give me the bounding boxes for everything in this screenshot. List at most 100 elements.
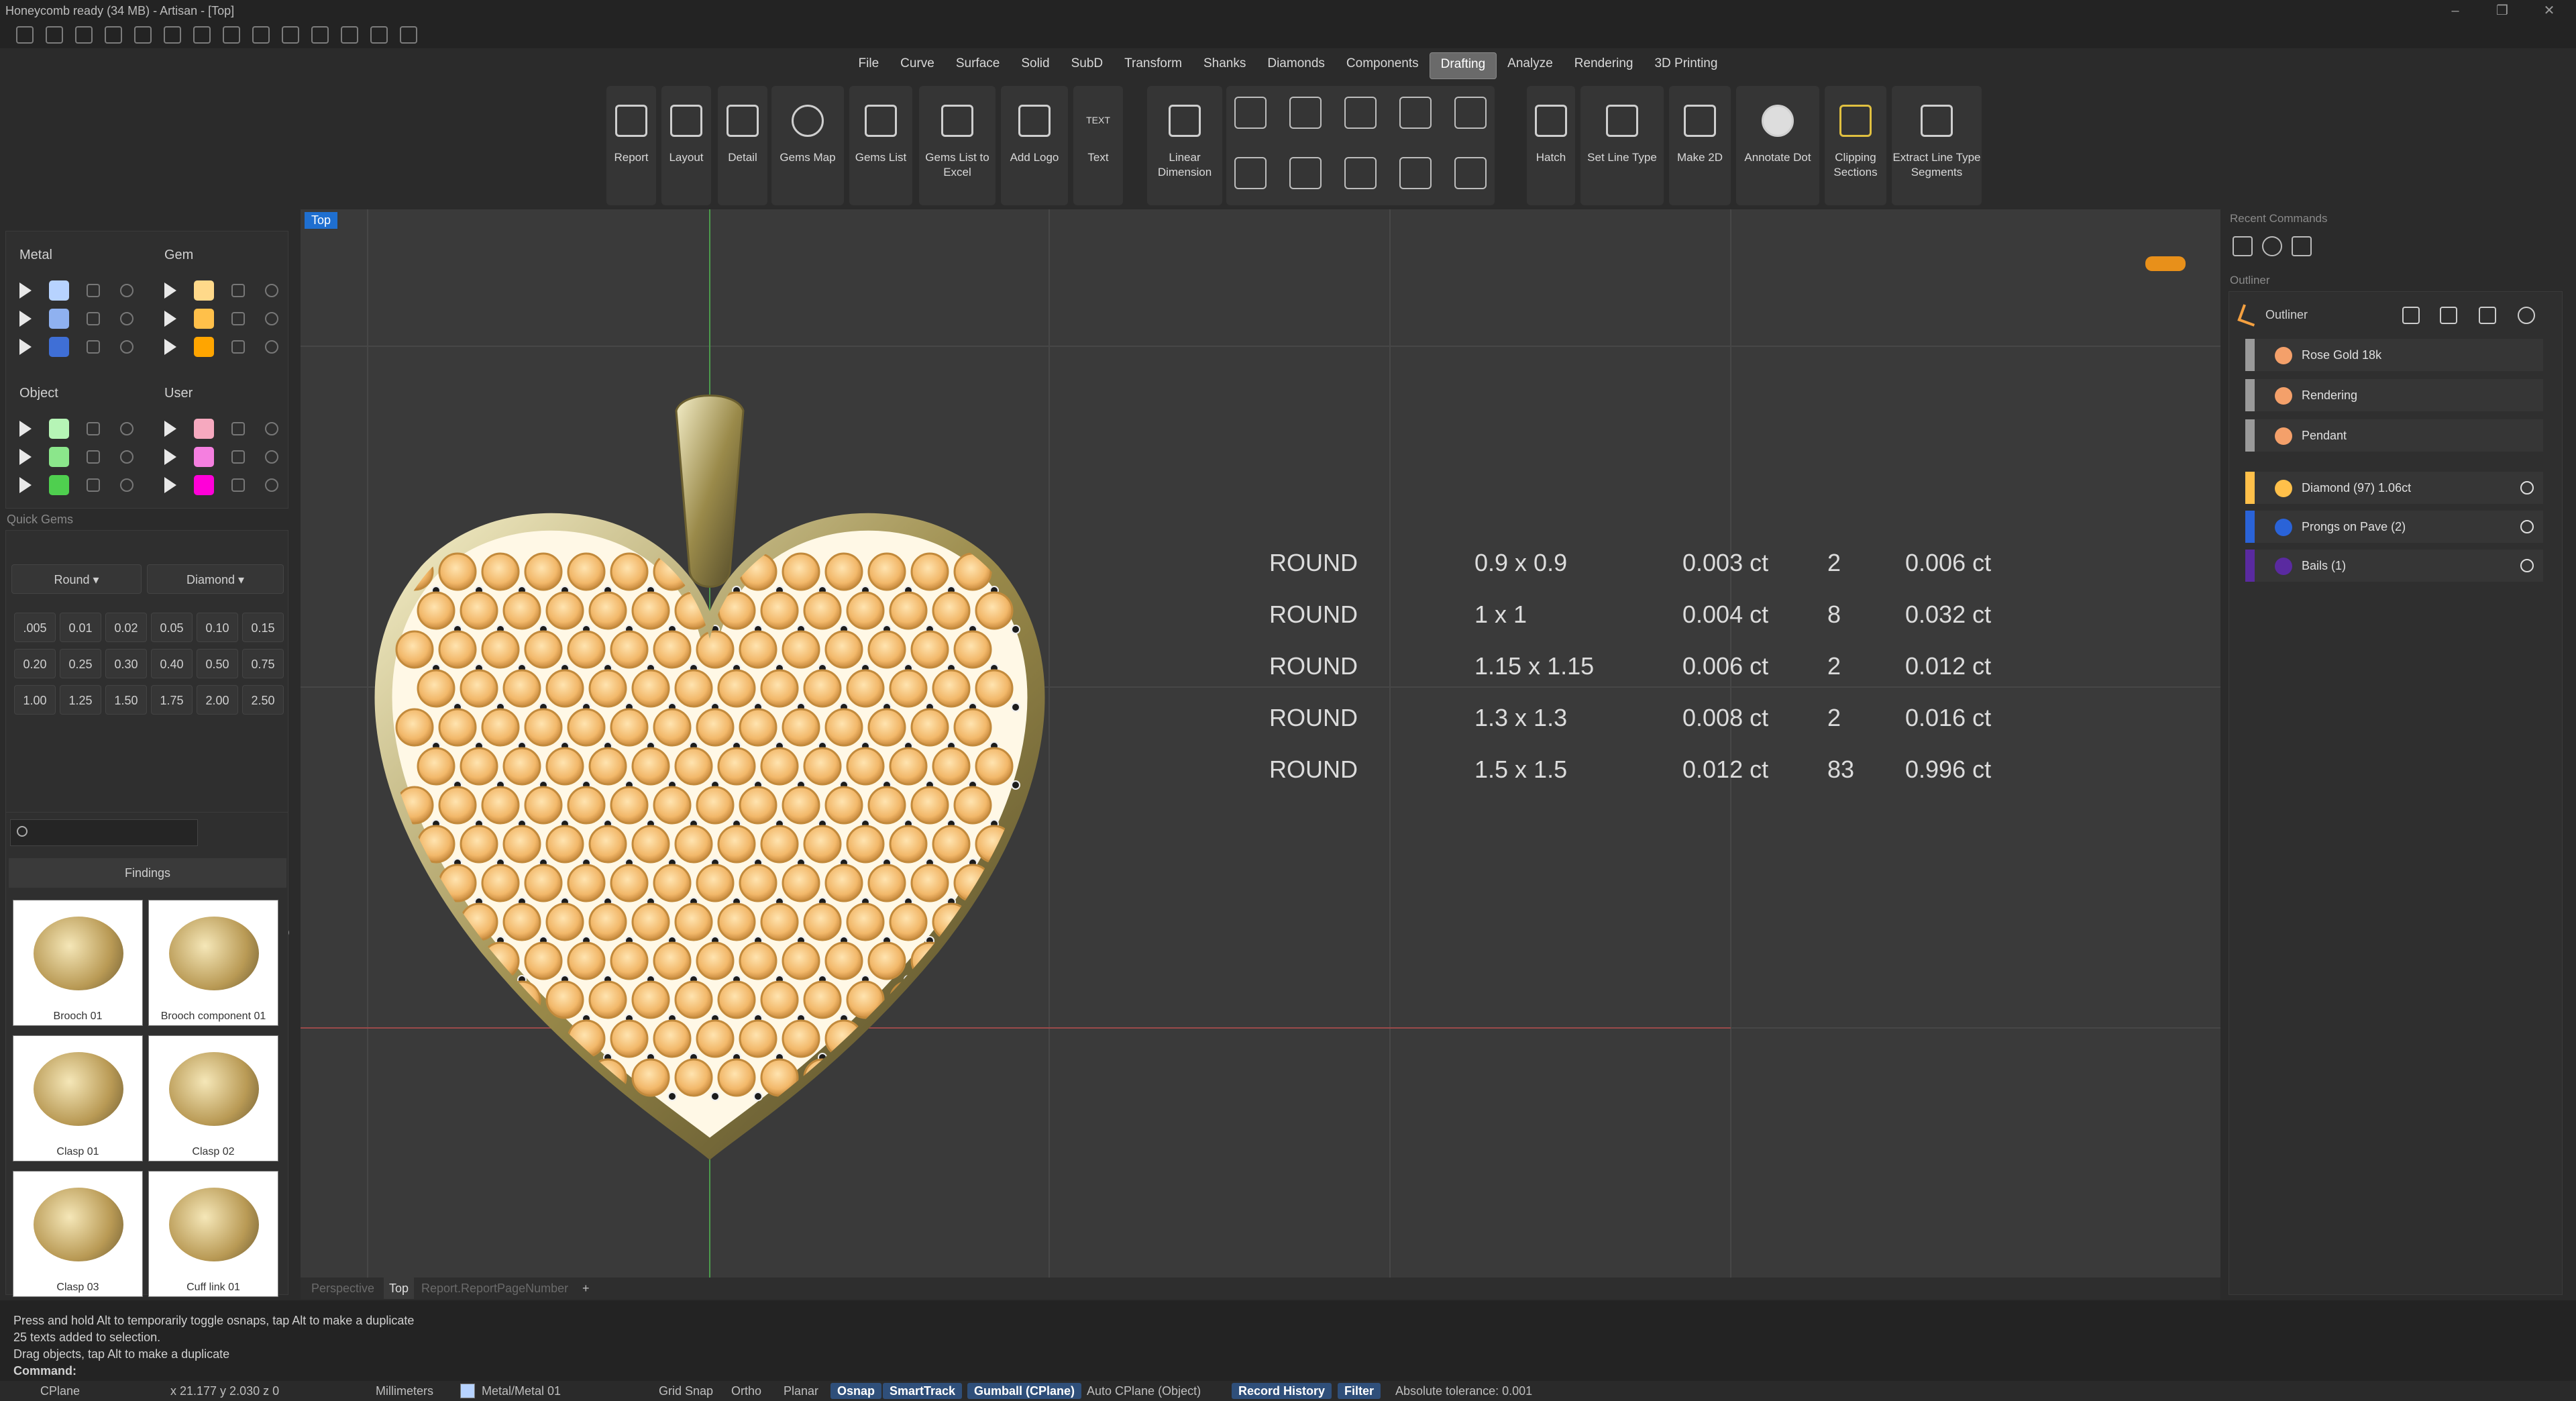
diamond-gem[interactable] bbox=[610, 630, 649, 669]
diamond-gem[interactable] bbox=[653, 1019, 692, 1058]
menu-file[interactable]: File bbox=[848, 52, 890, 79]
gem-size-button[interactable]: 1.00 bbox=[14, 685, 56, 715]
gem-size-button[interactable]: 0.25 bbox=[60, 649, 101, 678]
user-layer-row[interactable] bbox=[164, 415, 299, 442]
gem-material-dropdown[interactable]: Diamond ▾ bbox=[147, 564, 284, 594]
gem-size-button[interactable]: .005 bbox=[14, 613, 56, 642]
object-layer-row[interactable] bbox=[19, 444, 154, 470]
gem-table-qty[interactable]: 2 bbox=[1827, 704, 1841, 732]
gem-size-button[interactable]: 0.15 bbox=[242, 613, 284, 642]
diamond-gem[interactable] bbox=[502, 1058, 541, 1097]
diamond-gem[interactable] bbox=[653, 786, 692, 825]
hatch-button[interactable]: Hatch bbox=[1527, 86, 1575, 205]
library-item[interactable]: Clasp 01 bbox=[13, 1035, 143, 1161]
diamond-gem[interactable] bbox=[545, 825, 584, 864]
diamond-gem[interactable] bbox=[610, 552, 649, 591]
expand-icon[interactable] bbox=[164, 477, 176, 493]
diamond-gem[interactable] bbox=[502, 902, 541, 941]
gem-size-button[interactable]: 0.02 bbox=[105, 613, 147, 642]
gem-size-button[interactable]: 0.20 bbox=[14, 649, 56, 678]
diamond-gem[interactable] bbox=[867, 630, 906, 669]
diamond-gem[interactable] bbox=[610, 864, 649, 902]
library-item[interactable]: Brooch component 01 bbox=[148, 900, 278, 1026]
command-list-icon[interactable] bbox=[2292, 236, 2312, 256]
aligned-dimension-icon[interactable] bbox=[1234, 97, 1267, 129]
diamond-gem[interactable] bbox=[481, 864, 520, 902]
outliner-item[interactable]: Pendant bbox=[2245, 419, 2543, 452]
diamond-gem[interactable] bbox=[782, 864, 820, 902]
diamond-gem[interactable] bbox=[502, 591, 541, 630]
eye-icon[interactable] bbox=[120, 312, 133, 325]
gem-size-button[interactable]: 0.01 bbox=[60, 613, 101, 642]
outliner-item[interactable]: Diamond (97) 1.06ct bbox=[2245, 472, 2543, 504]
undo-icon[interactable] bbox=[134, 26, 152, 44]
menu-shanks[interactable]: Shanks bbox=[1193, 52, 1256, 79]
diamond-gem[interactable] bbox=[524, 708, 563, 747]
diamond-gem[interactable] bbox=[696, 864, 735, 902]
leader-icon[interactable] bbox=[1289, 157, 1322, 189]
diamond-gem[interactable] bbox=[674, 747, 713, 786]
diamond-gem[interactable] bbox=[975, 669, 1014, 708]
save-icon[interactable] bbox=[193, 26, 211, 44]
diamond-gem[interactable] bbox=[889, 902, 928, 941]
diamond-gem[interactable] bbox=[545, 747, 584, 786]
metal-layer-row[interactable] bbox=[19, 305, 154, 332]
diamond-gem[interactable] bbox=[438, 630, 477, 669]
diamond-gem[interactable] bbox=[824, 864, 863, 902]
diamond-gem[interactable] bbox=[717, 825, 756, 864]
viewport-label[interactable]: Top bbox=[305, 212, 338, 229]
set-line-type-button[interactable]: Set Line Type bbox=[1580, 86, 1664, 205]
diamond-gem[interactable] bbox=[438, 941, 477, 980]
diamond-gem[interactable] bbox=[782, 630, 820, 669]
expand-icon[interactable] bbox=[19, 477, 32, 493]
expand-icon[interactable] bbox=[19, 282, 32, 299]
diamond-gem[interactable] bbox=[653, 630, 692, 669]
diamond-gem[interactable] bbox=[545, 591, 584, 630]
diamond-gem[interactable] bbox=[867, 1019, 906, 1058]
current-layer[interactable]: Metal/Metal 01 bbox=[482, 1381, 561, 1401]
layer-color-swatch[interactable] bbox=[194, 309, 214, 329]
diamond-gem[interactable] bbox=[932, 591, 971, 630]
layer-color-swatch[interactable] bbox=[49, 280, 69, 301]
auto-cplane-toggle[interactable]: Auto CPlane (Object) bbox=[1087, 1381, 1201, 1401]
gem-table-qty[interactable]: 2 bbox=[1827, 652, 1841, 680]
diamond-gem[interactable] bbox=[739, 708, 777, 747]
diamond-gem[interactable] bbox=[481, 630, 520, 669]
make-2d-button[interactable]: Make 2D bbox=[1669, 86, 1731, 205]
diamond-gem[interactable] bbox=[588, 902, 627, 941]
diamond-gem[interactable] bbox=[824, 630, 863, 669]
settings-icon[interactable] bbox=[400, 26, 417, 44]
diamond-gem[interactable] bbox=[481, 708, 520, 747]
eye-icon[interactable] bbox=[120, 340, 133, 354]
gem-size-button[interactable]: 1.75 bbox=[151, 685, 193, 715]
gem-table-shape[interactable]: ROUND bbox=[1269, 601, 1358, 629]
new-template-icon[interactable] bbox=[46, 26, 63, 44]
diamond-gem[interactable] bbox=[889, 1058, 928, 1097]
metal-layer-row[interactable] bbox=[19, 277, 154, 304]
gem-table-size[interactable]: 1.5 x 1.5 bbox=[1474, 756, 1567, 784]
diamond-gem[interactable] bbox=[696, 630, 735, 669]
scale-icon[interactable] bbox=[2440, 307, 2457, 324]
diamond-gem[interactable] bbox=[460, 747, 498, 786]
menu-rendering[interactable]: Rendering bbox=[1564, 52, 1644, 79]
lock-icon[interactable] bbox=[87, 450, 100, 464]
diamond-gem[interactable] bbox=[438, 708, 477, 747]
diamond-gem[interactable] bbox=[717, 1058, 756, 1097]
diamond-gem[interactable] bbox=[674, 669, 713, 708]
diamond-gem[interactable] bbox=[395, 630, 434, 669]
arc-length-dimension-icon[interactable] bbox=[1399, 97, 1432, 129]
diamond-gem[interactable] bbox=[524, 630, 563, 669]
new-file-icon[interactable] bbox=[16, 26, 34, 44]
diamond-gem[interactable] bbox=[953, 941, 992, 980]
diamond-gem[interactable] bbox=[739, 941, 777, 980]
gem-table-shape[interactable]: ROUND bbox=[1269, 549, 1358, 577]
diamond-gem[interactable] bbox=[824, 786, 863, 825]
eye-icon[interactable] bbox=[265, 284, 278, 297]
diamond-gem[interactable] bbox=[395, 708, 434, 747]
layer-color-swatch[interactable] bbox=[194, 419, 214, 439]
eye-icon[interactable] bbox=[120, 450, 133, 464]
clipboard-icon[interactable] bbox=[2233, 236, 2253, 256]
diamond-gem[interactable] bbox=[653, 941, 692, 980]
gem-table-total[interactable]: 0.996 ct bbox=[1905, 756, 1991, 784]
diamond-gem[interactable] bbox=[932, 669, 971, 708]
